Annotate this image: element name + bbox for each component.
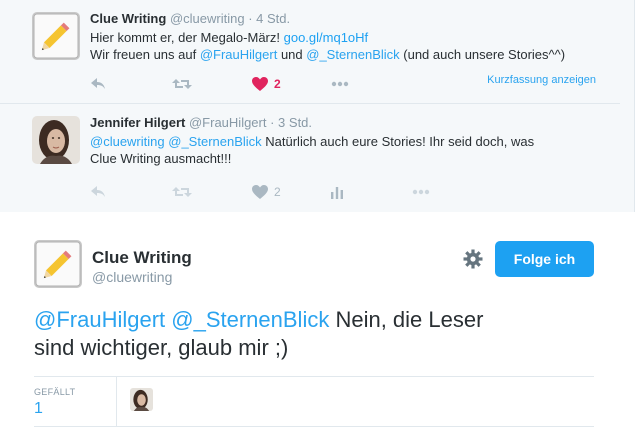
follow-button[interactable]: Folge ich bbox=[495, 241, 594, 277]
liker-avatar[interactable] bbox=[130, 388, 153, 411]
more-button[interactable] bbox=[412, 182, 430, 202]
focused-tweet: Clue Writing @cluewriting Folge ich @Fra… bbox=[0, 212, 635, 430]
avatar-cluewriting[interactable] bbox=[32, 12, 80, 60]
like-count: 2 bbox=[274, 185, 281, 199]
retweet-icon bbox=[172, 187, 192, 197]
tweet-frauhilgert[interactable]: Jennifer Hilgert @FrauHilgert · 3 Std. @… bbox=[0, 104, 620, 210]
mention-frauhilgert[interactable]: @FrauHilgert bbox=[200, 47, 278, 62]
author-name[interactable]: Jennifer Hilgert bbox=[90, 115, 185, 130]
author-name[interactable]: Clue Writing bbox=[90, 11, 166, 26]
tweet-link[interactable]: goo.gl/mq1oHf bbox=[284, 30, 369, 45]
retweet-button[interactable] bbox=[172, 182, 192, 202]
tweet-text-segment: Nein, die Leser bbox=[329, 307, 484, 332]
reply-icon bbox=[91, 78, 105, 89]
author-handle[interactable]: @cluewriting bbox=[92, 269, 172, 285]
reply-button[interactable] bbox=[90, 182, 106, 202]
retweet-icon bbox=[172, 79, 192, 89]
more-icon bbox=[412, 189, 430, 195]
mention-cluewriting[interactable]: @cluewriting bbox=[90, 134, 165, 149]
mention-sternenblick[interactable]: @_SternenBlick bbox=[306, 47, 399, 62]
pencil-logo-icon bbox=[34, 240, 82, 288]
likes-count[interactable]: 1 bbox=[34, 400, 43, 418]
more-icon bbox=[331, 81, 349, 87]
tweet-actions: 2 bbox=[90, 182, 610, 202]
tweet-text: @cluewriting @_SternenBlick Natürlich au… bbox=[90, 133, 610, 167]
reply-button[interactable] bbox=[90, 74, 106, 94]
profile-photo-icon bbox=[130, 388, 153, 411]
divider bbox=[34, 376, 594, 377]
tweet-text-segment: Wir freuen uns auf bbox=[90, 47, 200, 62]
avatar-cluewriting[interactable] bbox=[34, 240, 82, 288]
tweet-text-segment: Clue Writing ausmacht!!! bbox=[90, 151, 232, 166]
mention-sternenblick[interactable]: @_SternenBlick bbox=[171, 307, 329, 332]
heart-icon bbox=[252, 185, 268, 199]
tweet-text-segment: sind wichtiger, glaub mir ;) bbox=[34, 335, 289, 360]
divider bbox=[34, 426, 594, 427]
like-count: 2 bbox=[274, 77, 281, 91]
tweet-text-segment: und bbox=[277, 47, 307, 62]
conversation-thread: Clue Writing @cluewriting · 4 Std. Hier … bbox=[0, 0, 635, 212]
tweet-header: Clue Writing @cluewriting · 4 Std. bbox=[90, 11, 290, 26]
gear-icon[interactable] bbox=[463, 249, 483, 269]
likes-label: GEFÄLLT bbox=[34, 387, 76, 397]
retweet-button[interactable] bbox=[172, 74, 192, 94]
focused-tweet-text: @FrauHilgert @_SternenBlick Nein, die Le… bbox=[34, 306, 594, 362]
author-handle[interactable]: @FrauHilgert bbox=[189, 115, 267, 130]
heart-icon bbox=[252, 77, 268, 91]
profile-photo-icon bbox=[32, 116, 80, 164]
expand-summary-link[interactable]: Kurzfassung anzeigen bbox=[487, 74, 596, 86]
like-button[interactable]: 2 bbox=[252, 74, 281, 94]
tweet-text-segment: (und auch unsere Stories^^) bbox=[399, 47, 566, 62]
like-button[interactable]: 2 bbox=[252, 182, 281, 202]
tweet-header: Jennifer Hilgert @FrauHilgert · 3 Std. bbox=[90, 115, 312, 130]
author-name[interactable]: Clue Writing bbox=[92, 248, 192, 268]
tweet-text-segment: Hier kommt er, der Megalo-März! bbox=[90, 30, 284, 45]
tweet-text: Hier kommt er, der Megalo-März! goo.gl/m… bbox=[90, 29, 610, 63]
pencil-logo-icon bbox=[32, 12, 80, 60]
mention-sternenblick[interactable]: @_SternenBlick bbox=[168, 134, 261, 149]
author-handle[interactable]: @cluewriting bbox=[170, 11, 245, 26]
analytics-icon bbox=[331, 187, 343, 199]
analytics-button[interactable] bbox=[330, 182, 344, 202]
tweet-cluewriting[interactable]: Clue Writing @cluewriting · 4 Std. Hier … bbox=[0, 0, 620, 103]
tweet-text-segment: Natürlich auch eure Stories! Ihr seid do… bbox=[261, 134, 535, 149]
reply-icon bbox=[91, 186, 105, 197]
mention-frauhilgert[interactable]: @FrauHilgert bbox=[34, 307, 165, 332]
divider bbox=[116, 377, 117, 426]
timestamp[interactable]: · 3 Std. bbox=[270, 115, 312, 130]
avatar-frauhilgert[interactable] bbox=[32, 116, 80, 164]
timestamp[interactable]: · 4 Std. bbox=[248, 11, 290, 26]
more-button[interactable] bbox=[331, 74, 349, 94]
